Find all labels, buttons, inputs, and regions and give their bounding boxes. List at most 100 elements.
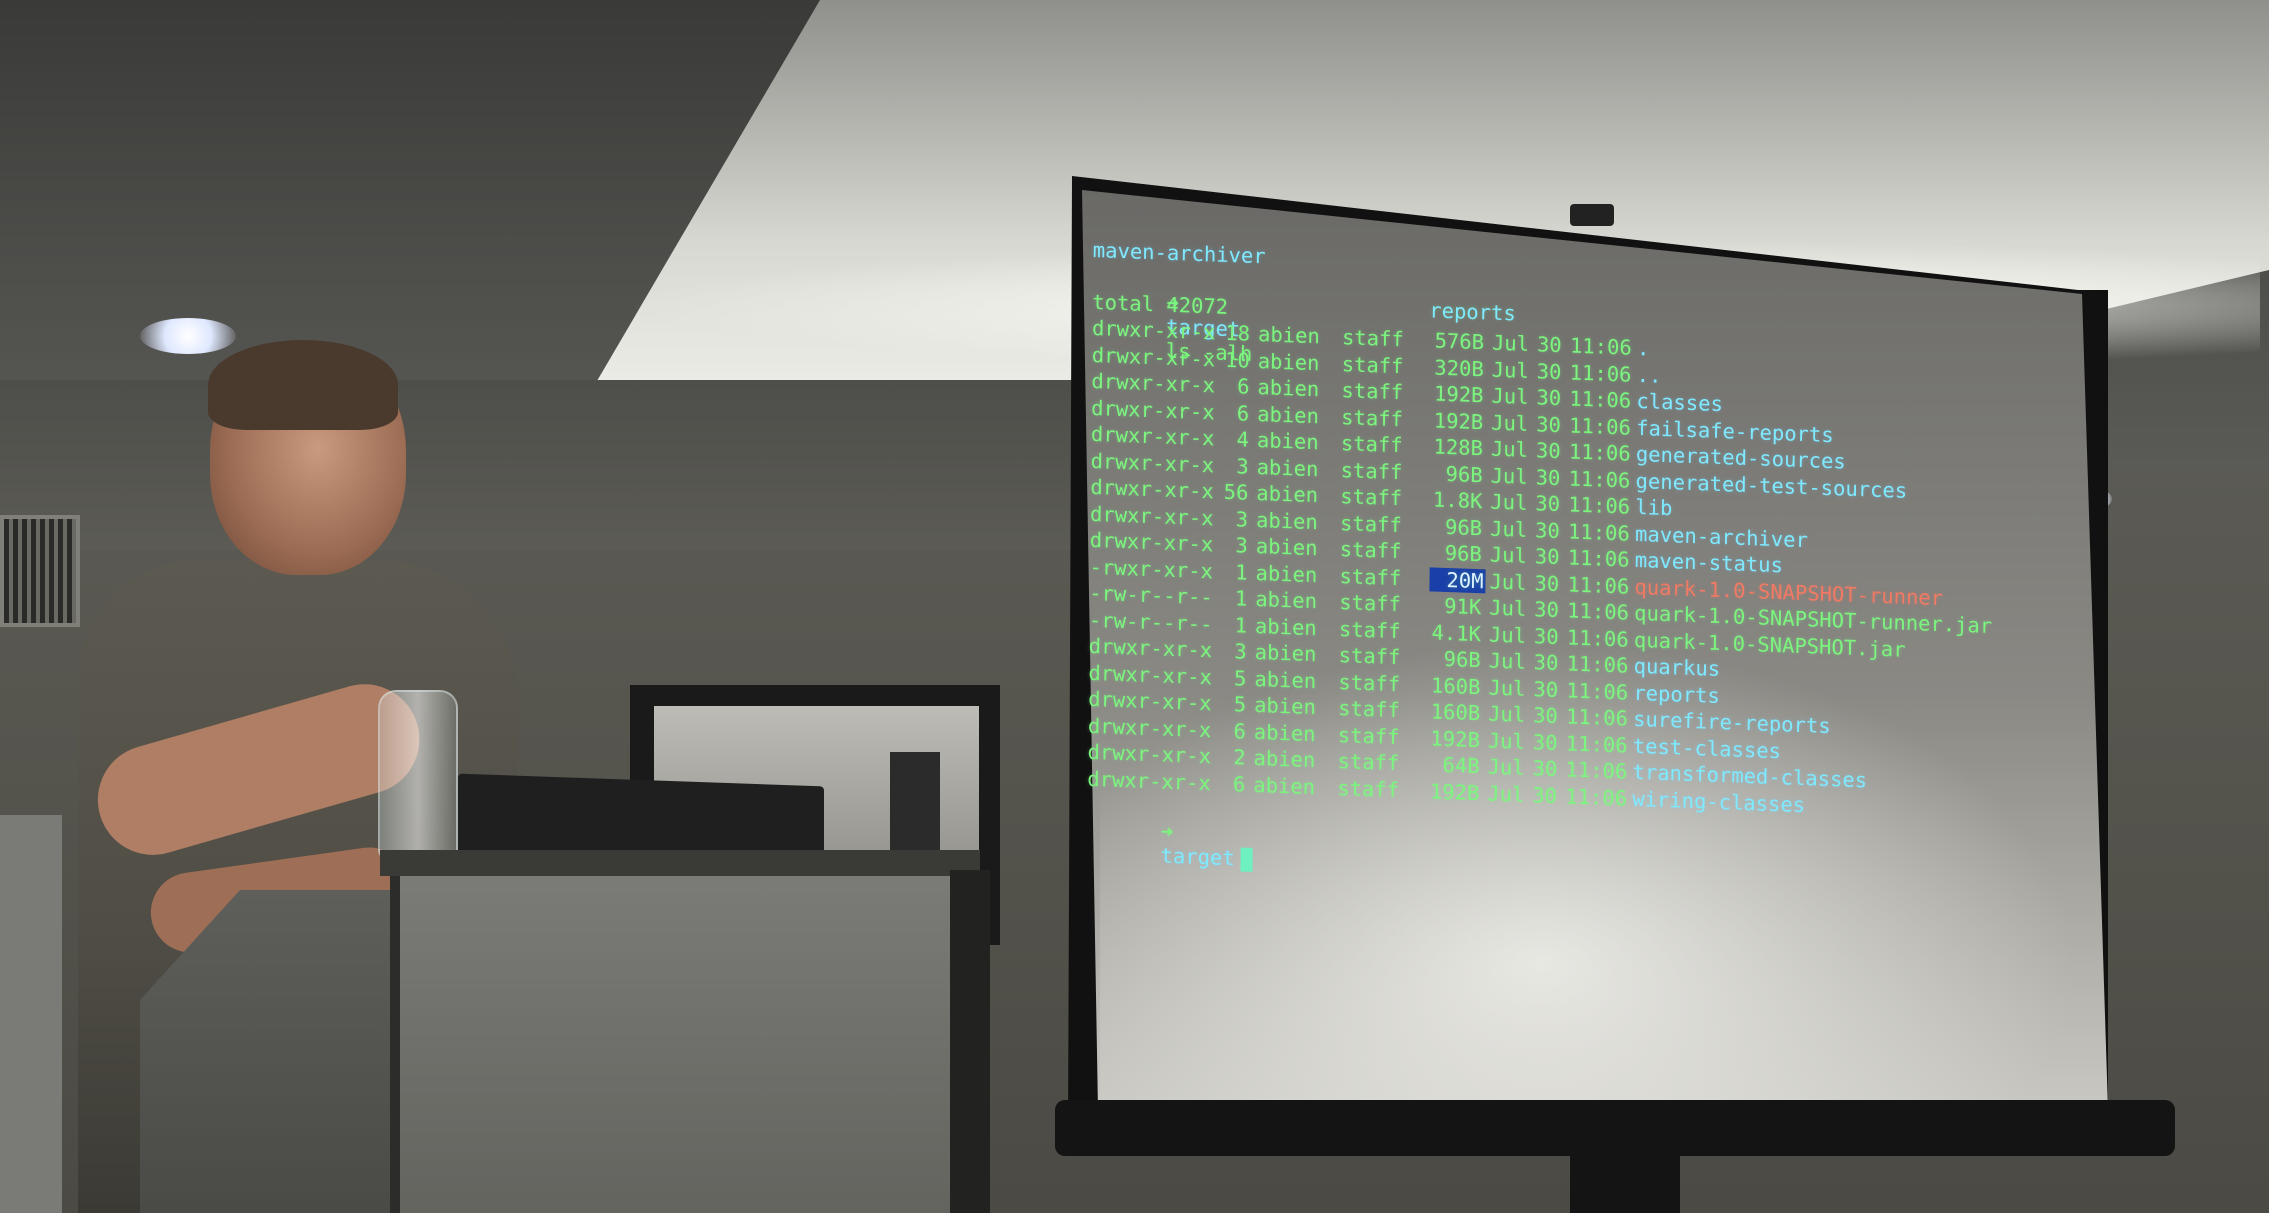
row-permissions: drwxr-xr-x <box>1088 660 1212 689</box>
podium-edge <box>950 870 990 1213</box>
row-month: Jul <box>1489 516 1528 542</box>
row-time: 11:06 <box>1566 624 1629 652</box>
row-group: staff <box>1338 669 1401 696</box>
row-group: staff <box>1339 590 1402 617</box>
row-owner: abien <box>1255 507 1318 534</box>
row-month: Jul <box>1491 410 1529 436</box>
row-size: 4.1K <box>1431 619 1482 646</box>
row-owner: abien <box>1256 481 1319 508</box>
row-group: staff <box>1340 484 1403 511</box>
row-month: Jul <box>1488 622 1527 648</box>
row-owner: abien <box>1257 348 1320 375</box>
row-group: staff <box>1339 510 1402 537</box>
podium-top <box>380 850 980 876</box>
row-time: 11:06 <box>1569 333 1632 360</box>
row-month: Jul <box>1487 728 1526 754</box>
row-owner: abien <box>1254 639 1317 667</box>
row-permissions: -rwxr-xr-x <box>1089 554 1214 583</box>
row-name: wiring-classes <box>1632 786 1806 817</box>
screen-hanger-clip <box>1570 204 1614 226</box>
row-owner: abien <box>1257 322 1320 349</box>
row-links: 4 <box>1236 427 1250 452</box>
row-time: 11:06 <box>1569 359 1632 387</box>
row-name: classes <box>1636 388 1723 417</box>
row-owner: abien <box>1255 586 1318 614</box>
row-links: 6 <box>1232 771 1246 797</box>
row-permissions: drwxr-xr-x <box>1087 713 1212 742</box>
row-links: 3 <box>1235 533 1248 558</box>
row-group: staff <box>1337 748 1400 776</box>
row-links: 2 <box>1233 745 1246 770</box>
row-permissions: drwxr-xr-x <box>1090 421 1215 451</box>
podium-side <box>140 890 390 1213</box>
row-day: 30 <box>1533 650 1559 676</box>
terminal-final-prompt[interactable]: ➜ target <box>1087 793 1253 872</box>
row-group: staff <box>1339 537 1402 564</box>
row-owner: abien <box>1254 692 1317 720</box>
row-day: 30 <box>1533 703 1558 729</box>
row-group: staff <box>1341 351 1404 378</box>
row-links: 10 <box>1224 347 1250 373</box>
row-permissions: drwxr-xr-x <box>1089 527 1214 557</box>
row-permissions: drwxr-xr-x <box>1088 686 1212 716</box>
row-day: 30 <box>1534 544 1560 570</box>
row-day: 30 <box>1536 358 1562 384</box>
row-name: failsafe-reports <box>1636 415 1834 447</box>
prompt-directory: target <box>1160 843 1235 871</box>
terminal-output: maven-archiver reports ➜ target ls -alh … <box>1086 238 2093 914</box>
row-group: staff <box>1341 325 1404 352</box>
row-permissions: drwxr-xr-x <box>1090 448 1215 477</box>
row-month: Jul <box>1490 489 1528 515</box>
row-links: 6 <box>1237 374 1250 399</box>
ceiling-soffit <box>0 380 1080 550</box>
row-time: 11:06 <box>1567 545 1630 572</box>
row-name: maven-status <box>1634 547 1784 578</box>
row-links: 18 <box>1225 320 1251 346</box>
row-day: 30 <box>1535 438 1561 464</box>
row-owner: abien <box>1254 666 1317 693</box>
row-owner: abien <box>1257 375 1320 402</box>
row-permissions: drwxr-xr-x <box>1087 739 1212 769</box>
row-month: Jul <box>1490 436 1529 462</box>
wall-panel <box>0 815 62 1213</box>
row-group: staff <box>1341 404 1404 431</box>
row-time: 11:06 <box>1569 386 1632 413</box>
water-bottle <box>378 690 458 860</box>
row-day: 30 <box>1534 517 1560 543</box>
row-day: 30 <box>1534 570 1560 596</box>
row-day: 30 <box>1534 597 1560 623</box>
row-day: 30 <box>1533 676 1559 702</box>
row-name: quarkus <box>1633 653 1721 682</box>
row-size: 160B <box>1430 672 1481 699</box>
row-time: 11:06 <box>1567 518 1630 546</box>
row-size: 96B <box>1443 646 1481 673</box>
row-size: 96B <box>1444 514 1483 540</box>
row-size: 192B <box>1433 408 1484 434</box>
row-day: 30 <box>1536 385 1562 411</box>
row-permissions: drwxr-xr-x <box>1091 368 1216 398</box>
row-name: surefire-reports <box>1633 706 1831 739</box>
row-permissions: drwxr-xr-x <box>1091 342 1216 371</box>
row-day: 30 <box>1535 491 1561 517</box>
row-links: 3 <box>1234 639 1247 664</box>
projection-screen-case <box>1055 1100 2175 1156</box>
row-month: Jul <box>1487 780 1525 807</box>
row-month: Jul <box>1489 569 1527 595</box>
photo-scene: maven-archiver reports ➜ target ls -alh … <box>0 0 2269 1213</box>
row-month: Jul <box>1491 357 1529 383</box>
row-size: 128B <box>1433 434 1484 461</box>
projection-screen-stand <box>1570 1150 1680 1213</box>
row-size: 192B <box>1430 725 1480 752</box>
row-owner: abien <box>1256 428 1319 455</box>
row-time: 11:06 <box>1568 492 1631 519</box>
row-group: staff <box>1337 775 1400 802</box>
row-time: 11:06 <box>1569 412 1632 440</box>
row-size: 91K <box>1444 593 1482 620</box>
row-time: 11:06 <box>1566 704 1628 731</box>
row-permissions: drwxr-xr-x <box>1091 315 1216 345</box>
row-day: 30 <box>1532 729 1558 755</box>
row-owner: abien <box>1254 613 1317 640</box>
row-size: 96B <box>1445 461 1483 487</box>
row-month: Jul <box>1490 463 1528 489</box>
row-size: 160B <box>1430 699 1481 726</box>
